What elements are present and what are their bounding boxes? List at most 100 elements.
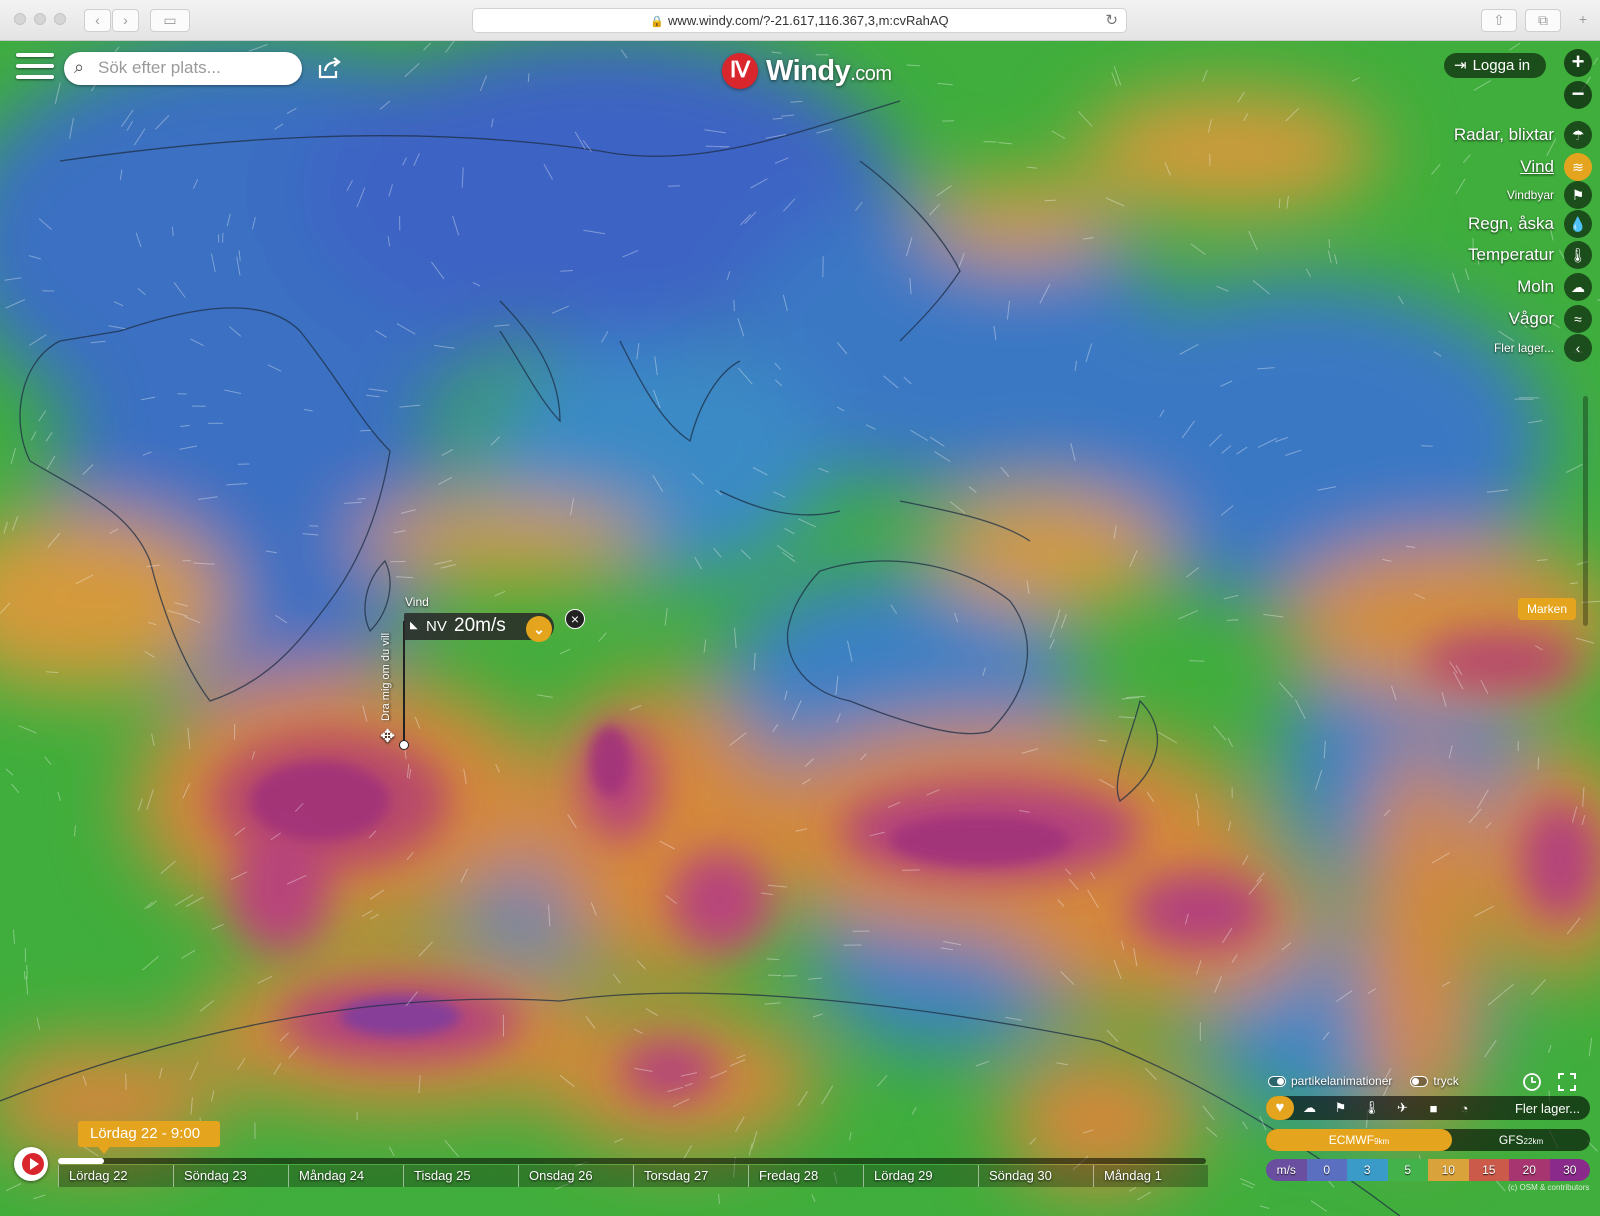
timeline-days: Lördag 22 Söndag 23 Måndag 24 Tisdag 25 Onsd… <box>58 1165 1208 1187</box>
windy-logo[interactable]: Ⅳ Windy.com <box>722 51 892 91</box>
zoom-out-button[interactable]: − <box>1564 81 1592 109</box>
tabs-overview-button[interactable]: ⧉ <box>1525 9 1561 32</box>
fullscreen-icon[interactable] <box>1557 1072 1577 1092</box>
layer-clouds[interactable]: Moln ☁ <box>1517 273 1592 301</box>
timeline-day[interactable]: Söndag 30 <box>978 1165 1093 1187</box>
waves-icon: ≈ <box>1564 305 1592 333</box>
layer-more[interactable]: Fler lager... ‹ <box>1494 334 1592 362</box>
legend-value: 30 <box>1549 1159 1590 1181</box>
chevron-left-icon: ‹ <box>95 12 100 28</box>
layer-label: Vågor <box>1508 309 1554 328</box>
camera-icon[interactable]: ■ <box>1418 1101 1449 1116</box>
timeline-day[interactable]: Lördag 22 <box>58 1165 173 1187</box>
layer-wind[interactable]: Vind ≋ <box>1520 153 1592 181</box>
legend-value: 15 <box>1468 1159 1509 1181</box>
share-browser-button[interactable]: ⇧ <box>1481 9 1517 32</box>
layer-label: Vind <box>1520 157 1554 176</box>
pressure-toggle[interactable] <box>1410 1075 1429 1087</box>
timeline-day[interactable]: Måndag 1 <box>1093 1165 1208 1187</box>
timeline-day[interactable]: Måndag 24 <box>288 1165 403 1187</box>
layer-label: Regn, åska <box>1468 214 1554 233</box>
move-icon[interactable]: ✥ <box>380 726 395 747</box>
timeline-day[interactable]: Lördag 29 <box>863 1165 978 1187</box>
forward-button[interactable]: › <box>112 9 139 32</box>
copyright: (c) OSM & contributors <box>1508 1183 1590 1192</box>
minimize-window-button[interactable] <box>34 13 46 25</box>
layer-waves[interactable]: Vågor ≈ <box>1509 305 1592 333</box>
cloud-icon: ☁ <box>1564 273 1592 301</box>
share-button[interactable] <box>316 55 344 81</box>
wind-map[interactable]: ⌕ Ⅳ Windy.com ⇥ Logga in + − Radar, blixt… <box>0 41 1600 1216</box>
close-icon: × <box>570 611 580 627</box>
sidebar-icon: ▭ <box>163 12 177 28</box>
overlay-toggles: partikelanimationer tryck <box>1268 1074 1459 1088</box>
zoom-out-label: − <box>1571 81 1585 106</box>
gust-flag-icon[interactable]: ⚑ <box>1325 1100 1356 1116</box>
login-icon: ⇥ <box>1454 57 1467 74</box>
timeline-day[interactable]: Fredag 28 <box>748 1165 863 1187</box>
new-tab-button[interactable]: + <box>1572 9 1594 32</box>
lock-icon: 🔒 <box>650 16 665 28</box>
picker-direction: NV <box>426 618 447 635</box>
maximize-window-button[interactable] <box>54 13 66 25</box>
particles-toggle[interactable] <box>1268 1075 1286 1087</box>
layer-gusts[interactable]: Vindbyar ⚑ <box>1507 181 1592 209</box>
favorite-layers-bar: ♥ ☁ ⚑ 🌡 ✈ ■ ◔ Fler lager... <box>1266 1096 1590 1120</box>
back-button[interactable]: ‹ <box>84 9 111 32</box>
layer-temperature[interactable]: Temperatur 🌡 <box>1468 241 1592 269</box>
more-layers-link[interactable]: Fler lager... <box>1515 1101 1580 1116</box>
wind-direction-icon: ◣ <box>410 620 418 631</box>
picker-pin[interactable] <box>399 740 409 750</box>
altitude-marken-button[interactable]: Marken <box>1518 598 1576 620</box>
legend-value: 3 <box>1347 1159 1388 1181</box>
zoom-in-label: + <box>1571 49 1585 74</box>
timeline-track[interactable] <box>58 1158 1206 1164</box>
timeline-day[interactable]: Söndag 23 <box>173 1165 288 1187</box>
chevron-right-icon: › <box>123 12 128 28</box>
logo-domain: .com <box>850 62 892 85</box>
layer-label: Fler lager... <box>1493 341 1554 355</box>
browser-toolbar: ‹ › ▭ 🔒 www.windy.com/?-21.617,116.367,3,… <box>0 0 1600 41</box>
sidebar-toggle-button[interactable]: ▭ <box>150 9 190 32</box>
picker-layer-label: Vind <box>405 595 429 609</box>
login-button[interactable]: ⇥ Logga in <box>1444 53 1546 78</box>
model-primary-label: ECMWF <box>1328 1133 1375 1147</box>
reload-icon[interactable]: ↻ <box>1105 9 1118 32</box>
zoom-in-button[interactable]: + <box>1564 49 1592 77</box>
thermometer-icon[interactable]: 🌡 <box>1356 1100 1387 1116</box>
clock-icon[interactable] <box>1522 1072 1542 1092</box>
login-label: Logga in <box>1472 57 1531 74</box>
rain-drop-icon: 💧 <box>1564 210 1592 238</box>
model-gfs-button[interactable]: GFS22km <box>1452 1129 1590 1151</box>
picker-close-button[interactable]: × <box>565 609 585 629</box>
share-icon: ⇧ <box>1493 12 1505 28</box>
cloud-outline-icon[interactable]: ☁ <box>1294 1100 1325 1116</box>
layer-label: Moln <box>1517 277 1554 296</box>
address-bar[interactable]: 🔒 www.windy.com/?-21.617,116.367,3,m:cvRa… <box>472 8 1127 33</box>
layer-label: Vindbyar <box>1506 188 1554 202</box>
wind-speed-legend[interactable]: m/s 0 3 5 10 15 20 30 <box>1266 1159 1590 1181</box>
timeline-progress[interactable] <box>58 1158 104 1164</box>
timeline-day[interactable]: Onsdag 26 <box>518 1165 633 1187</box>
menu-button[interactable] <box>16 53 54 83</box>
search-box[interactable]: ⌕ <box>64 52 302 85</box>
timeline-day[interactable]: Torsdag 27 <box>633 1165 748 1187</box>
layer-radar[interactable]: Radar, blixtar ☂ <box>1454 121 1592 149</box>
altitude-slider[interactable] <box>1583 396 1588 626</box>
play-button[interactable] <box>14 1147 48 1181</box>
timeline-day[interactable]: Tisdag 25 <box>403 1165 518 1187</box>
heart-icon[interactable]: ♥ <box>1266 1096 1294 1120</box>
layer-label: Temperatur <box>1468 245 1554 264</box>
search-input[interactable] <box>98 57 288 79</box>
model-secondary-res: 22km <box>1523 1137 1544 1146</box>
wind-icon: ≋ <box>1564 153 1592 181</box>
airplane-icon[interactable]: ✈ <box>1387 1100 1418 1116</box>
picker-expand-button[interactable]: ⌄ <box>526 616 552 642</box>
layer-rain[interactable]: Regn, åska 💧 <box>1468 210 1592 238</box>
close-window-button[interactable] <box>14 13 26 25</box>
satellite-icon[interactable]: ◔ <box>1449 1101 1480 1116</box>
search-icon: ⌕ <box>74 57 85 77</box>
chevron-left-icon: ‹ <box>1564 334 1592 362</box>
model-ecmwf-button[interactable]: ECMWF9km <box>1266 1129 1452 1151</box>
marken-label: Marken <box>1526 602 1567 616</box>
